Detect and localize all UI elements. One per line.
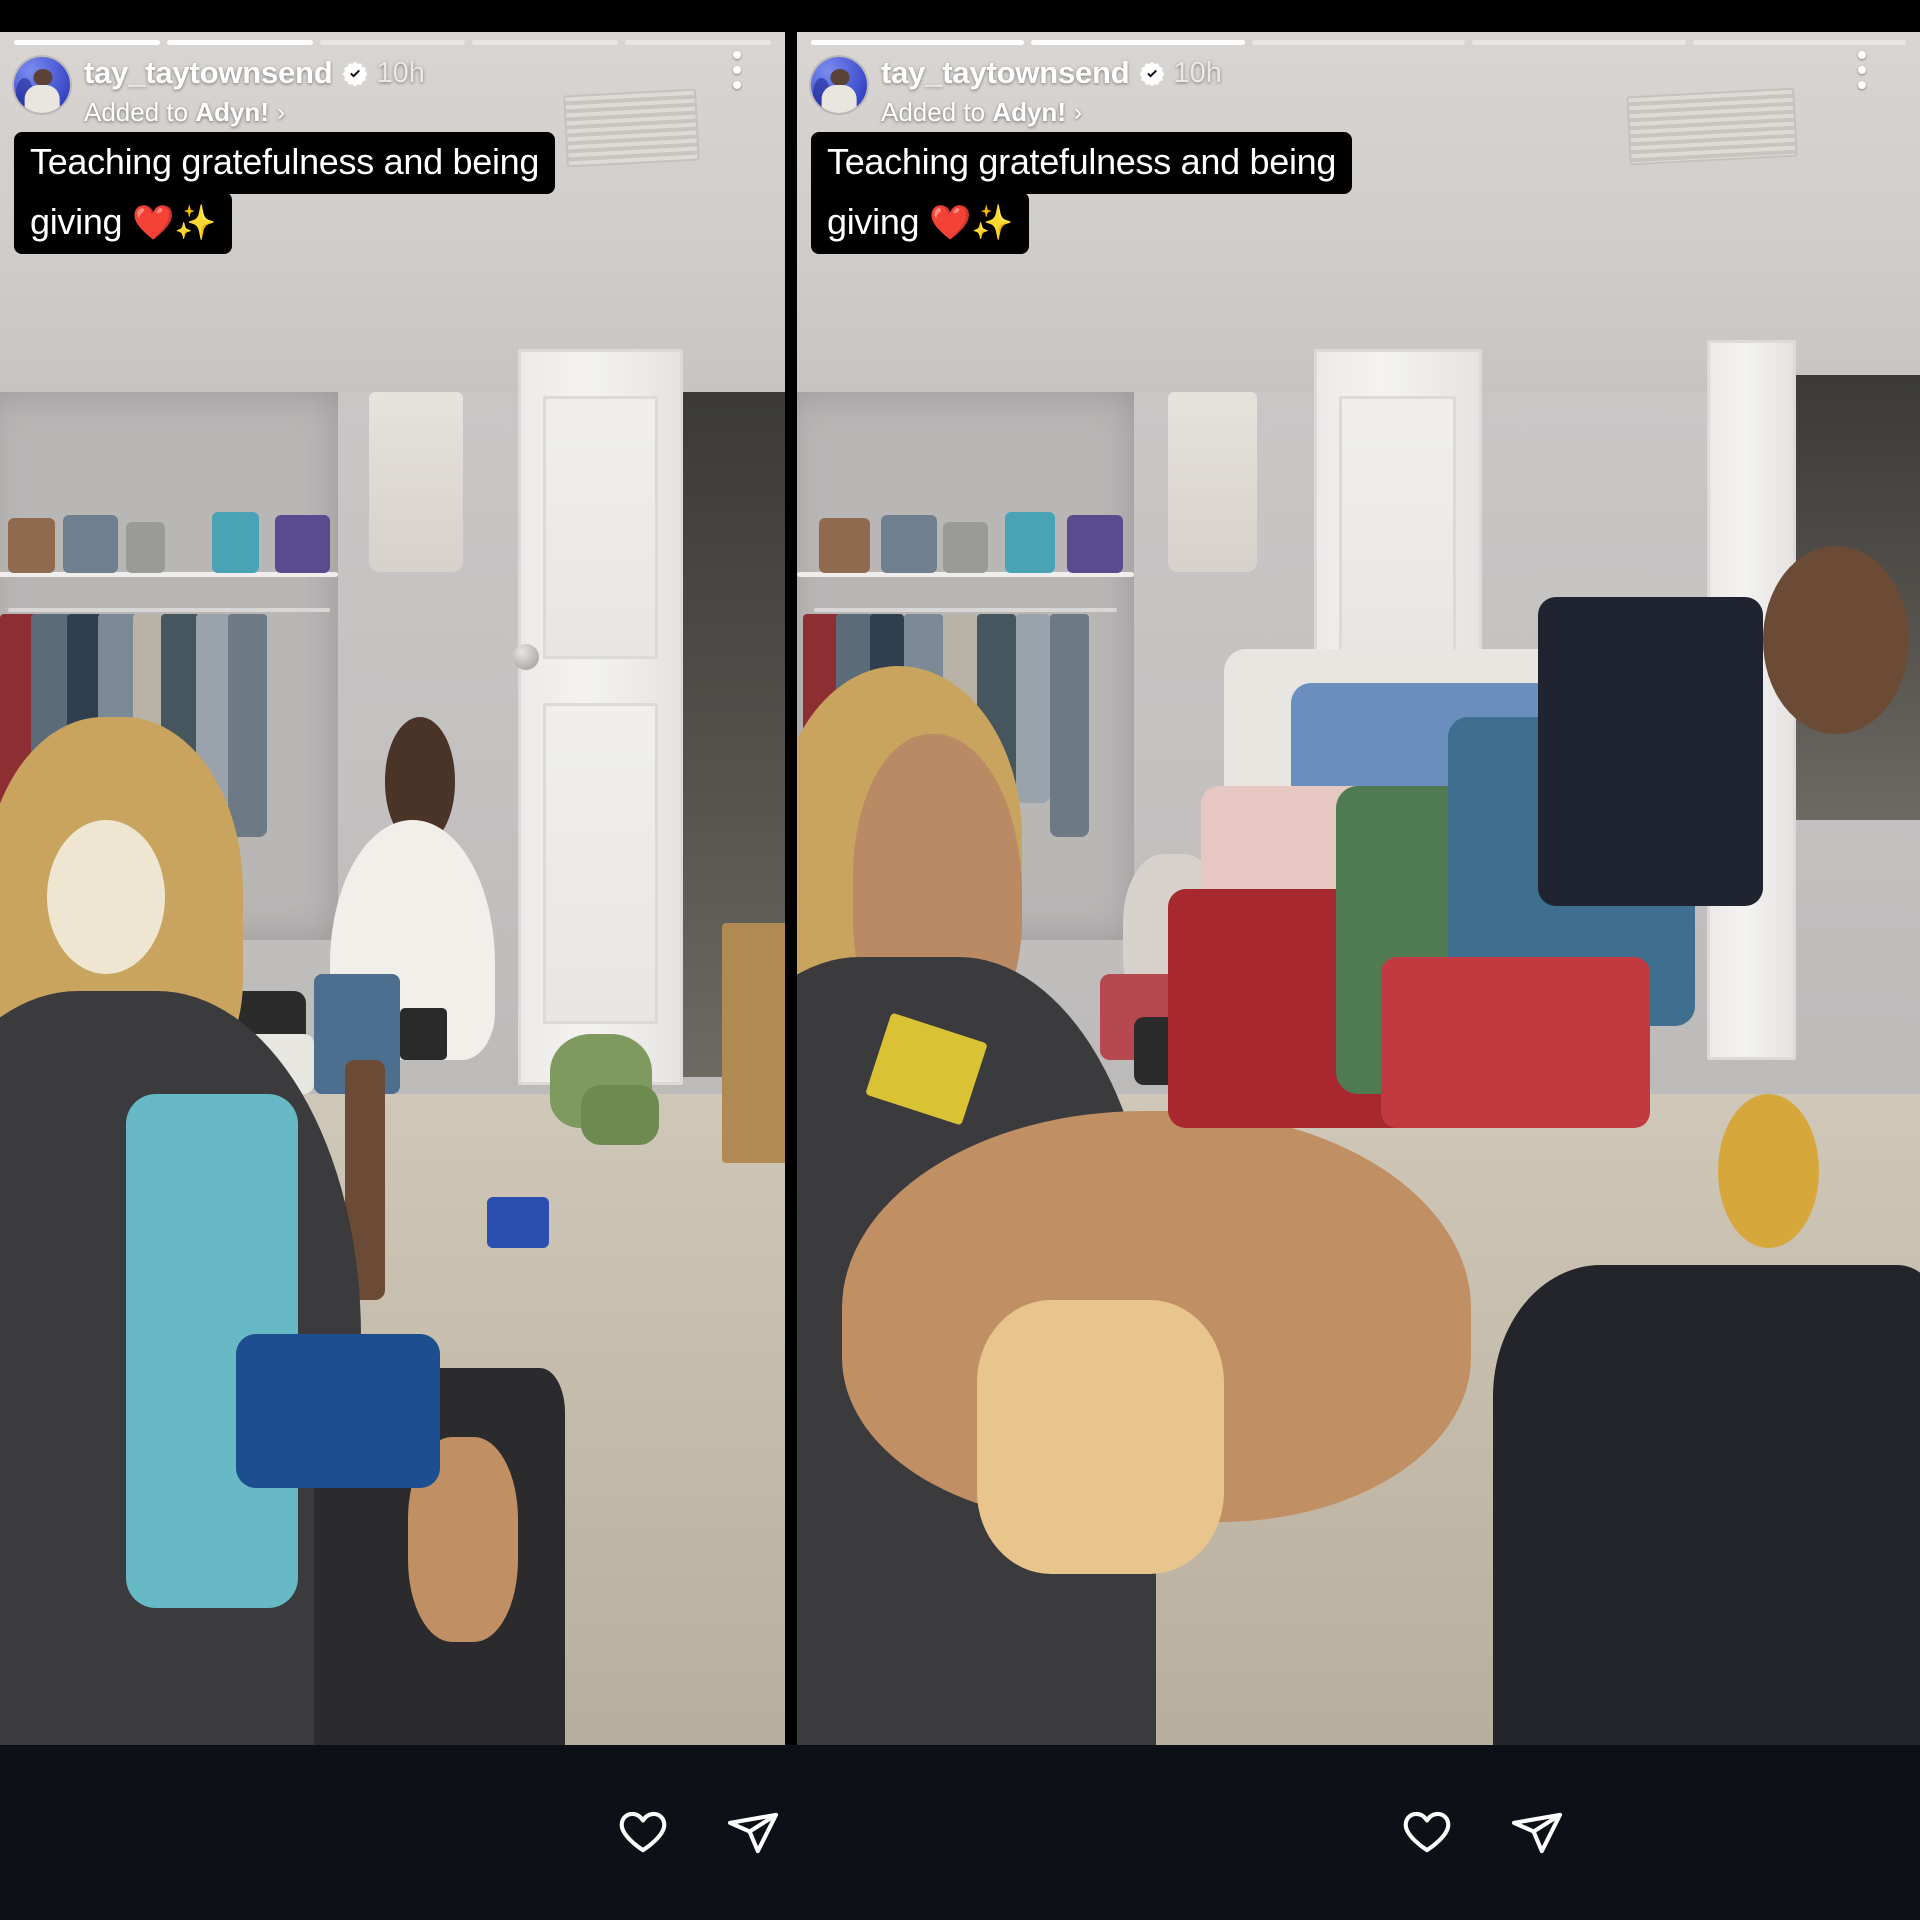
story-meta: tay_taytownsend 10h Added to Adyn! › <box>84 56 425 127</box>
added-to-prefix: Added to <box>881 96 993 127</box>
story-progress-bar-left[interactable] <box>0 32 785 45</box>
story-header-right: tay_taytownsend 10h Added to Adyn! › <box>797 45 1920 126</box>
story-panel-right[interactable]: tay_taytownsend 10h Added to Adyn! › Tea… <box>797 0 1920 1745</box>
letterbox-top-left <box>0 0 785 32</box>
panel-divider <box>785 0 797 1745</box>
like-button[interactable] <box>1398 1804 1456 1862</box>
story-caption-right: Teaching gratefulness and being giving ❤… <box>797 131 1920 255</box>
story-meta: tay_taytownsend 10h Added to Adyn! › <box>881 56 1222 127</box>
added-to-name: Adyn! <box>195 96 269 127</box>
avatar[interactable] <box>811 57 867 113</box>
caption-line-2: giving ❤️✨ <box>14 191 233 255</box>
story-timestamp: 10h <box>1173 57 1222 90</box>
like-button[interactable] <box>614 1804 672 1862</box>
screenshot-canvas: tay_taytownsend 10h Added to Adyn! › Tea… <box>0 0 1920 1920</box>
letterbox-top-right <box>797 0 1920 32</box>
story-panel-left[interactable]: tay_taytownsend 10h Added to Adyn! › Tea… <box>0 0 785 1745</box>
story-progress-bar-right[interactable] <box>797 32 1920 45</box>
chevron-right-icon: › <box>1073 98 1082 126</box>
story-panels-container: tay_taytownsend 10h Added to Adyn! › Tea… <box>0 0 1920 1745</box>
caption-line-1: Teaching gratefulness and being <box>14 131 556 194</box>
caption-line-1: Teaching gratefulness and being <box>811 131 1353 194</box>
story-media-left <box>0 32 785 1745</box>
story-media-right <box>797 32 1920 1745</box>
share-button[interactable] <box>724 1804 782 1862</box>
share-button[interactable] <box>1508 1804 1566 1862</box>
caption-emoji: ❤️✨ <box>131 203 217 242</box>
chevron-right-icon: › <box>276 98 285 126</box>
more-options-kebab-icon[interactable] <box>1858 51 1866 89</box>
story-chrome-left: tay_taytownsend 10h Added to Adyn! › Tea… <box>0 32 785 255</box>
story-actions-left <box>614 1804 782 1862</box>
story-action-bar <box>0 1745 1920 1920</box>
username-label[interactable]: tay_taytownsend <box>881 56 1130 90</box>
added-to-highlight-link[interactable]: Added to Adyn! › <box>881 96 1222 127</box>
added-to-highlight-link[interactable]: Added to Adyn! › <box>84 96 425 127</box>
story-chrome-right: tay_taytownsend 10h Added to Adyn! › Tea… <box>797 32 1920 255</box>
story-header-left: tay_taytownsend 10h Added to Adyn! › <box>0 45 785 126</box>
added-to-name: Adyn! <box>992 96 1066 127</box>
avatar[interactable] <box>14 57 70 113</box>
more-options-kebab-icon[interactable] <box>733 51 741 89</box>
caption-line-2: giving ❤️✨ <box>811 191 1030 255</box>
story-caption-left: Teaching gratefulness and being giving ❤… <box>0 131 785 255</box>
username-label[interactable]: tay_taytownsend <box>84 56 333 90</box>
verified-badge-icon <box>342 60 368 87</box>
caption-emoji: ❤️✨ <box>928 203 1014 242</box>
verified-badge-icon <box>1139 60 1165 87</box>
story-actions-right <box>1398 1804 1566 1862</box>
story-timestamp: 10h <box>376 57 425 90</box>
added-to-prefix: Added to <box>84 96 196 127</box>
